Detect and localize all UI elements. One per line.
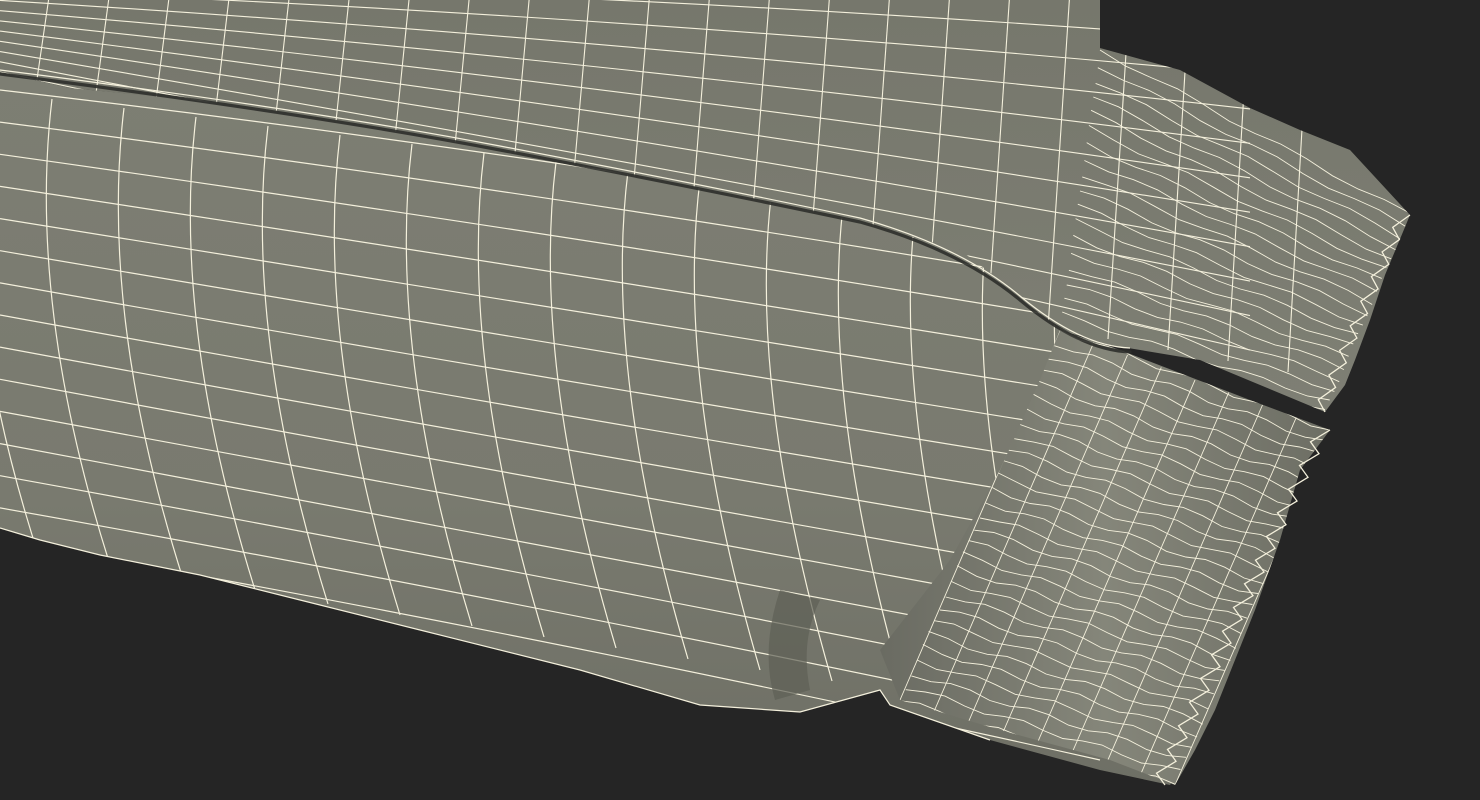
wireframe-render	[0, 0, 1480, 800]
render-viewport	[0, 0, 1480, 800]
